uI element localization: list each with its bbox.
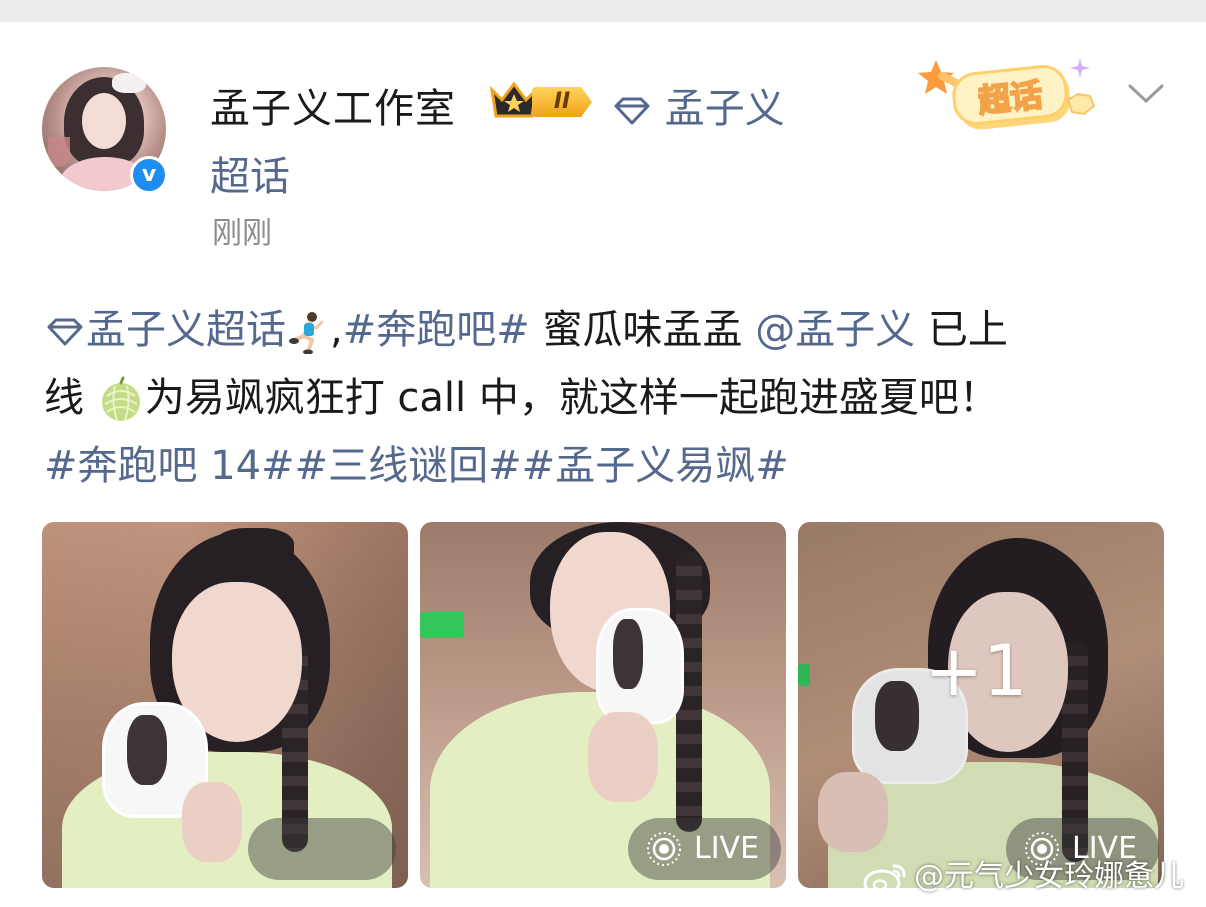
runner-emoji-icon bbox=[289, 312, 324, 354]
author-name[interactable]: 孟子义工作室 bbox=[210, 76, 456, 134]
weibo-logo-icon bbox=[863, 864, 906, 896]
hashtag-line[interactable]: #奔跑吧 14##三线谜回##孟子义易飒# bbox=[44, 443, 789, 489]
super-topic-link[interactable]: 孟子义 bbox=[612, 76, 785, 134]
post-text-4: 为易飒疯狂打 call 中，就这样一起跑进盛夏吧！ bbox=[144, 375, 999, 421]
verified-badge-icon: v bbox=[130, 156, 168, 194]
chaohua-badge-label: 超话 bbox=[976, 76, 1044, 120]
live-photo-icon bbox=[647, 832, 681, 866]
chaohua-badge[interactable]: 超话 bbox=[918, 52, 1108, 132]
super-topic-name: 孟子义 bbox=[664, 86, 785, 132]
post-content: 孟子义超话 ,#奔跑吧# 蜜瓜味孟孟 @孟子义 已上 线 为易飒疯狂打 call… bbox=[44, 296, 1169, 500]
watermark-text: @元气少女玲娜惫儿 bbox=[914, 859, 1184, 894]
live-photo-badge[interactable] bbox=[248, 818, 396, 880]
post-time: 刚刚 bbox=[212, 216, 272, 251]
post-line-3: #奔跑吧 14##三线谜回##孟子义易飒# bbox=[44, 432, 1169, 500]
hashtag-running[interactable]: #奔跑吧# bbox=[343, 307, 530, 353]
rank-badge[interactable]: II bbox=[488, 80, 602, 122]
status-strip bbox=[0, 0, 1206, 22]
mention-link[interactable]: @孟子义 bbox=[755, 307, 915, 353]
post-text-1: 蜜瓜味孟孟 bbox=[529, 307, 743, 353]
more-images-count: +1 bbox=[924, 630, 1028, 712]
diamond-icon bbox=[47, 318, 83, 346]
super-topic-suffix[interactable]: 超话 bbox=[210, 144, 290, 202]
post-text-3: 线 bbox=[44, 375, 84, 421]
post-line-2: 线 为易飒疯狂打 call 中，就这样一起跑进盛夏吧！ bbox=[44, 364, 1169, 432]
watermark: @元气少女玲娜惫儿 bbox=[862, 852, 1184, 902]
post-line-1: 孟子义超话 ,#奔跑吧# 蜜瓜味孟孟 @孟子义 已上 bbox=[44, 296, 1169, 364]
melon-emoji-icon bbox=[101, 376, 140, 421]
post-text-2: 已上 bbox=[915, 307, 1008, 353]
diamond-icon bbox=[614, 97, 650, 125]
live-label: LIVE bbox=[694, 831, 760, 866]
chevron-down-icon[interactable] bbox=[1126, 78, 1166, 108]
topic-link[interactable]: 孟子义超话 bbox=[44, 307, 286, 353]
rank-level: II bbox=[532, 87, 592, 117]
topic-link-text: 孟子义超话 bbox=[86, 307, 286, 353]
live-photo-badge[interactable]: LIVE bbox=[628, 818, 782, 880]
